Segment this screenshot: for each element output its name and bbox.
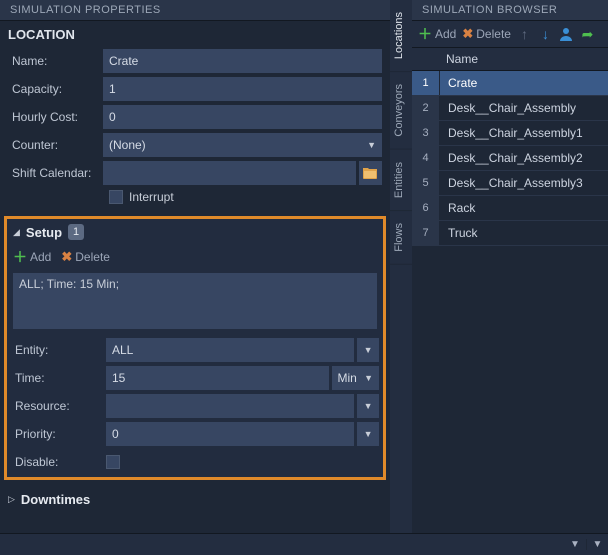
row-name: Rack bbox=[440, 196, 608, 220]
row-name: Truck bbox=[440, 221, 608, 245]
setup-add-label: Add bbox=[30, 250, 51, 264]
x-icon: ✖ bbox=[462, 26, 473, 42]
setup-delete-button[interactable]: ✖ Delete bbox=[61, 249, 110, 265]
user-button[interactable] bbox=[559, 27, 574, 42]
row-number: 1 bbox=[412, 71, 440, 95]
table-row[interactable]: 6Rack bbox=[412, 196, 608, 221]
label-disable: Disable: bbox=[11, 455, 106, 469]
counter-value: (None) bbox=[109, 138, 146, 152]
footer-bar: ▼ ▼ bbox=[0, 533, 608, 555]
table-row[interactable]: 1Crate bbox=[412, 71, 608, 96]
label-hourly-cost: Hourly Cost: bbox=[8, 110, 103, 124]
x-icon: ✖ bbox=[61, 249, 72, 265]
caret-down-icon: ▼ bbox=[364, 401, 373, 411]
row-name: Desk__Chair_Assembly bbox=[440, 96, 608, 120]
label-priority: Priority: bbox=[11, 427, 106, 441]
entity-dropdown-button[interactable]: ▼ bbox=[357, 338, 379, 362]
time-input[interactable] bbox=[106, 366, 329, 390]
label-resource: Resource: bbox=[11, 399, 106, 413]
table-row[interactable]: 3Desk__Chair_Assembly1 bbox=[412, 121, 608, 146]
side-tab-flows[interactable]: Flows bbox=[390, 211, 412, 265]
interrupt-checkbox[interactable] bbox=[109, 190, 123, 204]
caret-down-icon: ▼ bbox=[364, 345, 373, 355]
table-row[interactable]: 5Desk__Chair_Assembly3 bbox=[412, 171, 608, 196]
label-capacity: Capacity: bbox=[8, 82, 103, 96]
label-interrupt: Interrupt bbox=[129, 190, 174, 204]
setup-header[interactable]: ◢ Setup 1 bbox=[7, 219, 383, 245]
row-number: 6 bbox=[412, 196, 440, 220]
time-unit-select[interactable]: Min ▼ bbox=[332, 366, 379, 390]
table-row[interactable]: 2Desk__Chair_Assembly bbox=[412, 96, 608, 121]
browser-add-label: Add bbox=[435, 27, 456, 41]
side-tab-locations[interactable]: Locations bbox=[390, 0, 412, 72]
label-name: Name: bbox=[8, 54, 103, 68]
side-tab-entities[interactable]: Entities bbox=[390, 150, 412, 211]
priority-input[interactable] bbox=[106, 422, 354, 446]
properties-header: SIMULATION PROPERTIES bbox=[0, 0, 390, 21]
shift-calendar-input[interactable] bbox=[103, 161, 356, 185]
row-name: Desk__Chair_Assembly1 bbox=[440, 121, 608, 145]
table-row[interactable]: 4Desk__Chair_Assembly2 bbox=[412, 146, 608, 171]
row-name: Crate bbox=[440, 71, 608, 95]
caret-down-icon: ▼ bbox=[364, 373, 373, 383]
setup-list[interactable]: ALL; Time: 15 Min; bbox=[13, 273, 377, 329]
time-unit-value: Min bbox=[338, 371, 357, 385]
counter-select[interactable]: (None) ▼ bbox=[103, 133, 382, 157]
capacity-input[interactable] bbox=[103, 77, 382, 101]
person-icon bbox=[559, 27, 573, 41]
caret-down-icon: ▼ bbox=[367, 140, 376, 150]
browser-side-tabs: LocationsConveyorsEntitiesFlows bbox=[390, 0, 412, 533]
browser-delete-label: Delete bbox=[476, 27, 511, 41]
setup-count-badge: 1 bbox=[68, 224, 84, 240]
footer-collapse-right[interactable]: ▼ bbox=[586, 539, 608, 550]
setup-panel: ◢ Setup 1 ＋ Add ✖ Delete ALL; Time: 15 M… bbox=[4, 216, 386, 480]
setup-list-item[interactable]: ALL; Time: 15 Min; bbox=[19, 277, 371, 291]
plus-icon: ＋ bbox=[13, 247, 27, 267]
label-entity: Entity: bbox=[11, 343, 106, 357]
priority-dropdown-button[interactable]: ▼ bbox=[357, 422, 379, 446]
browse-folder-button[interactable] bbox=[359, 161, 382, 185]
resource-input[interactable] bbox=[106, 394, 354, 418]
browser-panel: LocationsConveyorsEntitiesFlows SIMULATI… bbox=[390, 0, 608, 533]
setup-delete-label: Delete bbox=[75, 250, 110, 264]
downtimes-header[interactable]: ▷ Downtimes bbox=[0, 484, 390, 515]
section-location: LOCATION bbox=[0, 21, 390, 46]
row-number: 7 bbox=[412, 221, 440, 245]
name-input[interactable] bbox=[103, 49, 382, 73]
move-up-button[interactable]: ↑ bbox=[517, 27, 532, 42]
resource-dropdown-button[interactable]: ▼ bbox=[357, 394, 379, 418]
row-number: 2 bbox=[412, 96, 440, 120]
label-shift-calendar: Shift Calendar: bbox=[8, 166, 103, 180]
downtimes-title: Downtimes bbox=[21, 492, 90, 507]
setup-add-button[interactable]: ＋ Add bbox=[13, 247, 51, 267]
column-name[interactable]: Name bbox=[440, 48, 608, 70]
entity-input[interactable] bbox=[106, 338, 354, 362]
properties-panel: SIMULATION PROPERTIES LOCATION Name: Cap… bbox=[0, 0, 390, 533]
table-row[interactable]: 7Truck bbox=[412, 221, 608, 246]
label-counter: Counter: bbox=[8, 138, 103, 152]
move-down-button[interactable]: ↓ bbox=[538, 27, 553, 42]
browser-header: SIMULATION BROWSER bbox=[412, 0, 608, 21]
row-name: Desk__Chair_Assembly2 bbox=[440, 146, 608, 170]
browser-delete-button[interactable]: ✖ Delete bbox=[462, 26, 511, 42]
plus-icon: ＋ bbox=[418, 24, 432, 44]
side-tab-conveyors[interactable]: Conveyors bbox=[390, 72, 412, 150]
caret-down-icon: ▼ bbox=[364, 429, 373, 439]
browser-add-button[interactable]: ＋ Add bbox=[418, 24, 456, 44]
disable-checkbox[interactable] bbox=[106, 455, 120, 469]
hourly-cost-input[interactable] bbox=[103, 105, 382, 129]
row-name: Desk__Chair_Assembly3 bbox=[440, 171, 608, 195]
folder-icon bbox=[363, 167, 377, 179]
row-number: 5 bbox=[412, 171, 440, 195]
share-button[interactable]: ➦ bbox=[580, 27, 595, 42]
setup-title: Setup bbox=[26, 225, 62, 240]
footer-collapse-left[interactable]: ▼ bbox=[564, 539, 586, 550]
expand-icon: ▷ bbox=[8, 494, 15, 505]
table-header: Name bbox=[412, 48, 608, 71]
label-time: Time: bbox=[11, 371, 106, 385]
row-number: 4 bbox=[412, 146, 440, 170]
collapse-icon: ◢ bbox=[13, 227, 20, 238]
row-number: 3 bbox=[412, 121, 440, 145]
